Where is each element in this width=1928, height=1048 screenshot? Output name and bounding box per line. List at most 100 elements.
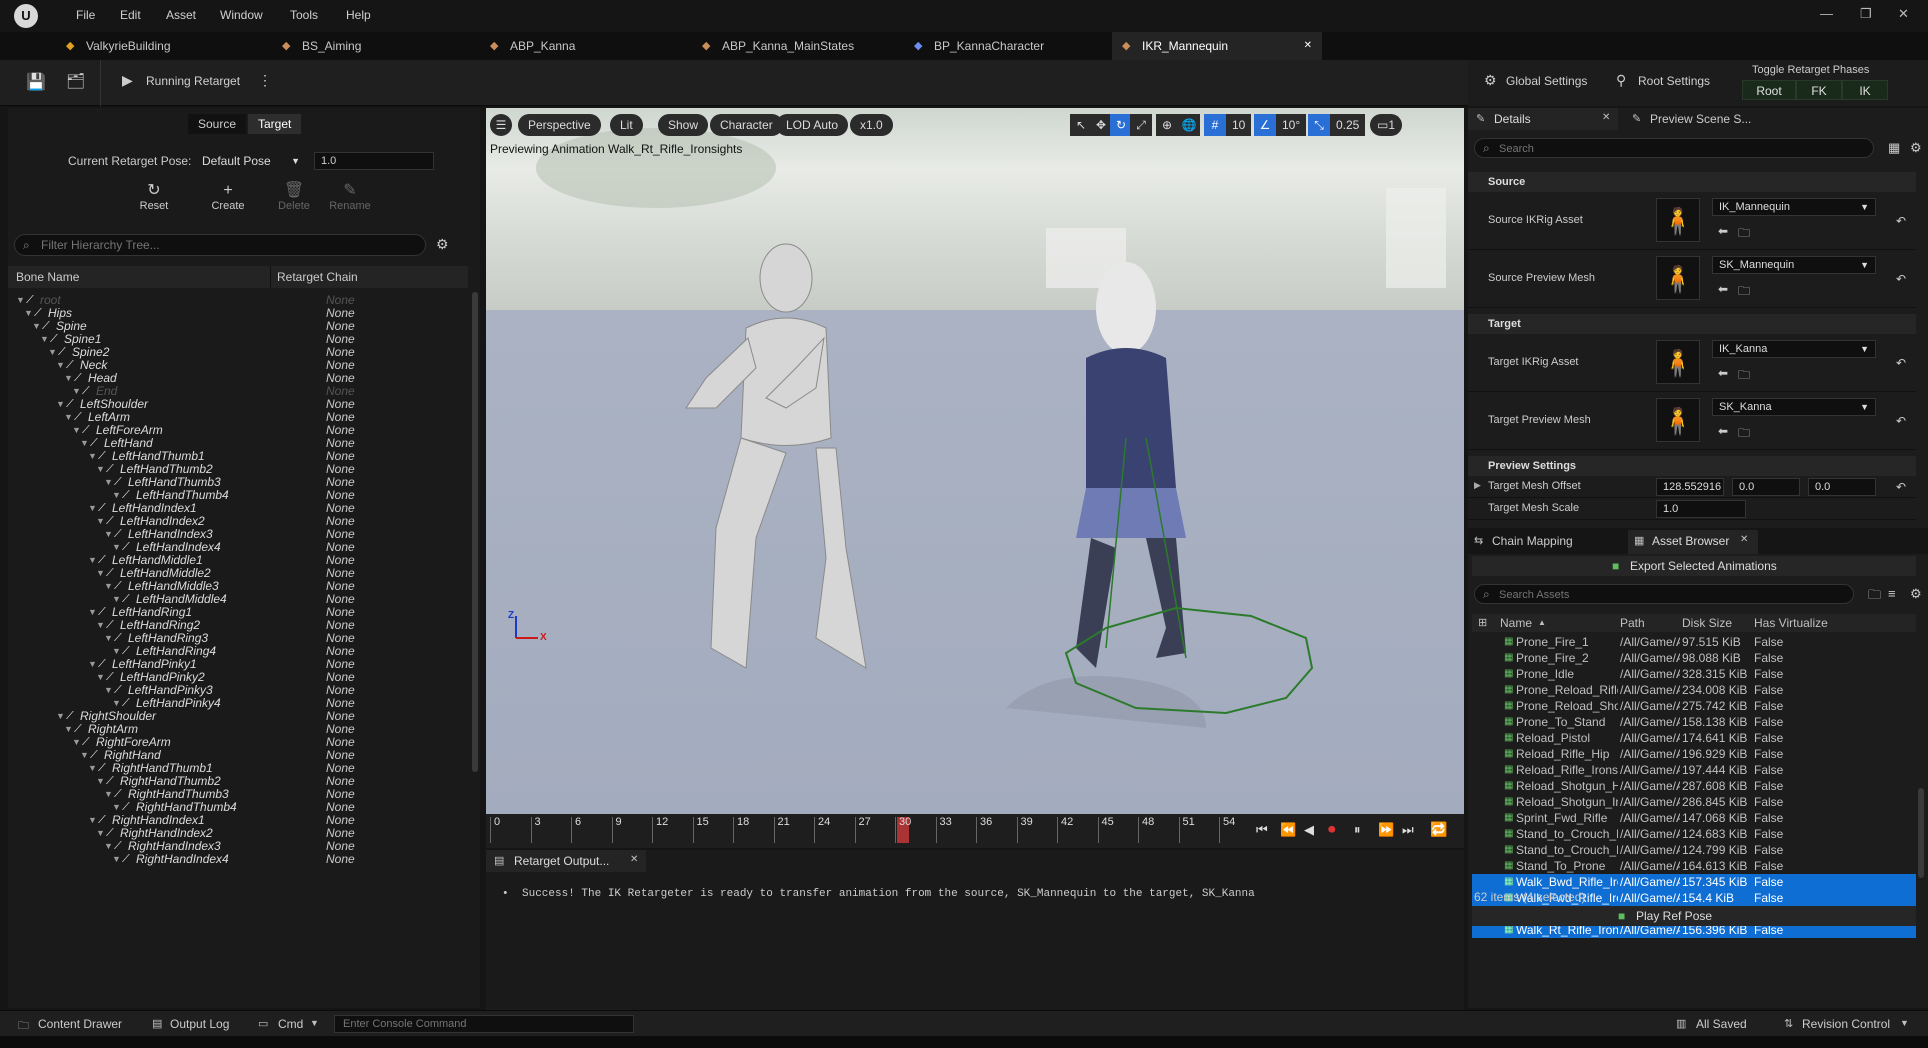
asset-row[interactable]: ▦Prone_Reload_Shotgu/All/Game/A275.742 K… (1472, 698, 1916, 714)
reset-to-default-icon[interactable]: ↶ (1896, 272, 1906, 286)
grid-size[interactable]: 10 (1226, 114, 1252, 136)
go-to-end-icon[interactable]: ⏭ (1402, 822, 1414, 838)
hierarchy-filter[interactable]: ⌕ (14, 234, 426, 256)
mesh-scale-field[interactable]: 1.0 (1656, 500, 1746, 518)
menu-tools[interactable]: Tools (290, 8, 318, 22)
timeline[interactable]: 0 3 6 9 12 15 18 21 24 27 30 33 36 39 42 45 48 51 54 ⏮ ⏪ ◀… (486, 814, 1464, 848)
rotate-tool-icon[interactable]: ↻ (1110, 114, 1132, 136)
phase-root-toggle[interactable]: Root (1742, 80, 1796, 100)
reset-to-default-icon[interactable]: ↶ (1896, 214, 1906, 228)
tab-abp-kanna[interactable]: ◆ ABP_Kanna (480, 32, 590, 60)
viewport-menu-icon[interactable]: ☰ (490, 114, 512, 136)
character-button[interactable]: Character (710, 114, 783, 136)
tab-abp-kanna-mainstates[interactable]: ◆ ABP_Kanna_MainStates (692, 32, 872, 60)
menu-window[interactable]: Window (220, 8, 263, 22)
phase-ik-toggle[interactable]: IK (1842, 80, 1888, 100)
record-icon[interactable]: ⏺ (1328, 821, 1336, 838)
pause-icon[interactable]: ⏸ (1354, 822, 1361, 838)
offset-x-field[interactable]: 128.552916 (1656, 478, 1724, 496)
browse-asset-icon[interactable]: 🗀 (1738, 424, 1750, 445)
camera-speed[interactable]: ▭1 (1370, 114, 1402, 136)
tab-ikr-mannequin[interactable]: ◆ IKR_Mannequin ✕ (1112, 32, 1322, 60)
settings-gear-icon[interactable]: ⚙ (1910, 586, 1922, 602)
more-options-icon[interactable]: ⋮ (258, 72, 272, 89)
export-button[interactable]: ■ Export Selected Animations (1472, 556, 1916, 576)
table-view-icon[interactable]: ▦ (1888, 140, 1900, 156)
asset-search[interactable]: ⌕ (1474, 584, 1854, 604)
reset-to-default-icon[interactable]: ↶ (1896, 480, 1906, 494)
all-saved-button[interactable]: All Saved (1696, 1017, 1747, 1031)
asset-row[interactable]: ▦ Prone_To_Stand/All/Game/A 158.138 KiB Fal… (1472, 714, 1916, 730)
grid-snap-icon[interactable]: # (1204, 114, 1226, 136)
path-column[interactable]: Path (1620, 614, 1645, 632)
filter-icon[interactable]: ≡ (1888, 586, 1896, 601)
browse-asset-icon[interactable]: 🗀 (1738, 224, 1750, 245)
browse-asset-icon[interactable]: 🗀 (1738, 366, 1750, 387)
step-forward-icon[interactable]: ⏩ (1378, 822, 1394, 838)
bone-row[interactable]: ▼ ⟋ RightHandIndex4 None (8, 851, 468, 867)
global-settings-button[interactable]: Global Settings (1506, 74, 1587, 88)
reset-to-default-icon[interactable]: ↶ (1896, 356, 1906, 370)
scale-size[interactable]: 0.25 (1330, 114, 1366, 136)
root-settings-button[interactable]: Root Settings (1638, 74, 1710, 88)
menu-edit[interactable]: Edit (120, 8, 141, 22)
target-rig-dropdown[interactable]: IK_Kanna ▼ (1712, 340, 1876, 358)
create-button[interactable]: + Create (198, 182, 258, 212)
asset-row[interactable]: ▦Stand_to_Crouch_Rifl/All/Game/A124.683 … (1472, 826, 1916, 842)
step-back-icon[interactable]: ⏪ (1280, 822, 1296, 838)
target-section[interactable]: Target (1468, 314, 1916, 334)
show-button[interactable]: Show (658, 114, 709, 136)
asset-row[interactable]: ▦Reload_Shotgun_Iron/All/Game/A286.845 K… (1472, 794, 1916, 810)
details-search-input[interactable] (1499, 141, 1859, 156)
menu-help[interactable]: Help (346, 8, 371, 22)
select-tool-icon[interactable]: ↖ (1070, 114, 1092, 136)
hierarchy-filter-input[interactable] (41, 237, 411, 253)
asset-row[interactable]: ▦ Stand_To_Prone/All/Game/A 164.613 KiB Fal… (1472, 858, 1916, 874)
asset-scrollbar[interactable] (1918, 788, 1924, 878)
asset-row[interactable]: ▦ Prone_Reload_Rifle/All/Game/A 234.008 Ki… (1472, 682, 1916, 698)
offset-y-field[interactable]: 0.0 (1732, 478, 1800, 496)
source-section[interactable]: Source (1468, 172, 1916, 192)
pose-number-field[interactable]: 1.0 (314, 152, 434, 170)
reset-to-default-icon[interactable]: ↶ (1896, 414, 1906, 428)
scale-snap-icon[interactable]: ⤡ (1308, 114, 1330, 136)
bone-name-column[interactable]: Bone Name (16, 266, 79, 288)
close-icon[interactable]: ✕ (1304, 32, 1312, 60)
phase-fk-toggle[interactable]: FK (1796, 80, 1842, 100)
menu-file[interactable]: File (76, 8, 95, 22)
play-rate-button[interactable]: x1.0 (850, 114, 893, 136)
cmd-dropdown[interactable]: Cmd (278, 1017, 303, 1031)
use-selected-icon[interactable]: ⬅ (1718, 424, 1728, 438)
delete-button[interactable]: 🗑 Delete (264, 182, 324, 212)
preview-settings-section[interactable]: Preview Settings (1468, 456, 1916, 476)
asset-row[interactable]: ▦ Prone_Idle/All/Game/A 328.315 KiB False (1472, 666, 1916, 682)
close-icon[interactable]: ✕ (1602, 112, 1610, 123)
tab-bs-aiming[interactable]: ◆ BS_Aiming (272, 32, 392, 60)
chain-mapping-tab[interactable]: Chain Mapping (1492, 534, 1573, 548)
column-options-icon[interactable]: ⊞ (1478, 614, 1487, 632)
tab-bp-kannacharacter[interactable]: ◆ BP_KannaCharacter (904, 32, 1074, 60)
revision-control-button[interactable]: Revision Control (1802, 1017, 1890, 1031)
target-mesh-thumbnail[interactable]: 🧍 (1656, 398, 1700, 442)
virtualized-column[interactable]: Has Virtualize (1754, 614, 1828, 632)
chevron-right-icon[interactable]: ▶ (1474, 480, 1481, 491)
preview-scene-tab[interactable]: ✎ Preview Scene S... (1624, 108, 1924, 130)
save-icon[interactable]: 💾 (26, 72, 46, 92)
preview-viewport[interactable]: Z X ☰ Perspective Lit Show Character LOD… (486, 108, 1464, 814)
lod-button[interactable]: LOD Auto (776, 114, 849, 136)
use-selected-icon[interactable]: ⬅ (1718, 224, 1728, 238)
angle-size[interactable]: 10° (1276, 114, 1307, 136)
rename-button[interactable]: ✎ Rename (320, 182, 380, 212)
running-retarget-button[interactable]: Running Retarget (146, 74, 240, 88)
tab-valkyriebuilding[interactable]: ◆ ValkyrieBuilding (56, 32, 198, 60)
go-to-start-icon[interactable]: ⏮ (1256, 822, 1268, 838)
world-local-icon[interactable]: 🌐 (1178, 114, 1200, 136)
name-column[interactable]: Name (1500, 614, 1532, 632)
source-toggle[interactable]: Source (188, 114, 247, 134)
asset-row[interactable]: ▦ Sprint_Fwd_Rifle/All/Game/A 147.068 KiB F… (1472, 810, 1916, 826)
disk-size-column[interactable]: Disk Size (1682, 614, 1732, 632)
asset-row[interactable]: ▦Reload_Shotgun_Hip/All/Game/A287.608 Ki… (1472, 778, 1916, 794)
source-rig-thumbnail[interactable]: 🧍 (1656, 198, 1700, 242)
loop-icon[interactable]: 🔁 (1430, 821, 1447, 838)
settings-gear-icon[interactable]: ⚙ (1910, 140, 1922, 156)
